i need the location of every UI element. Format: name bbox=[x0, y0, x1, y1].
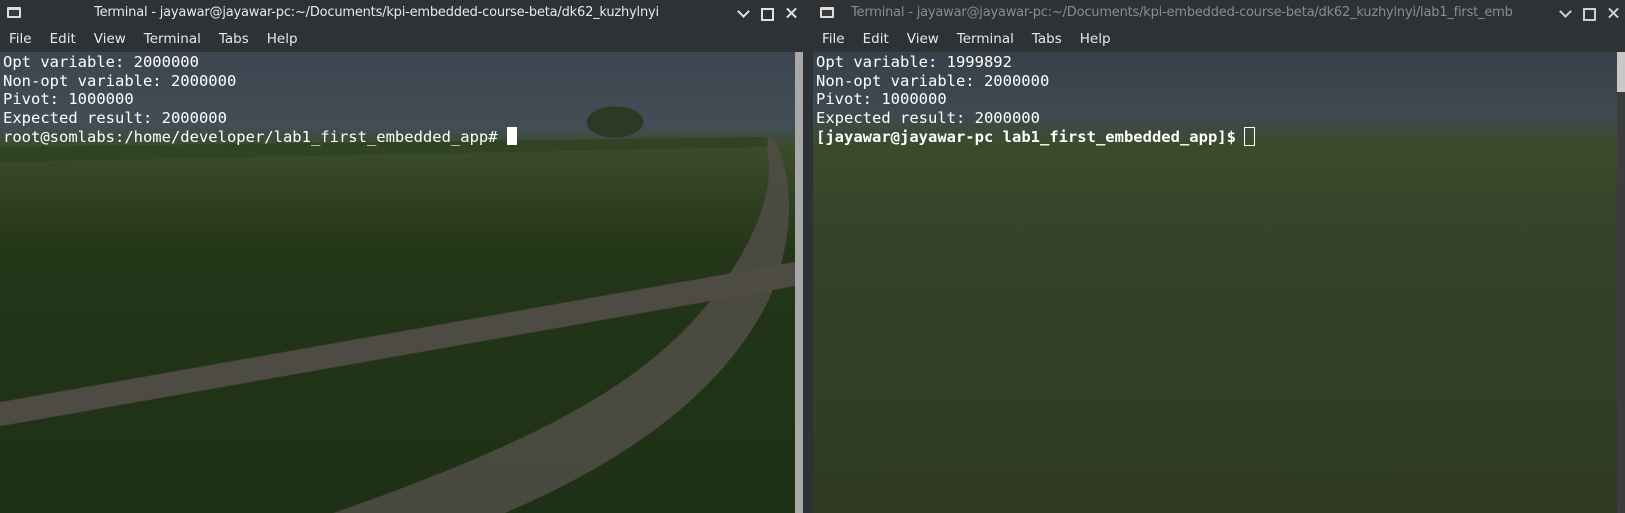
menu-terminal[interactable]: Terminal bbox=[948, 26, 1023, 52]
title-bar[interactable]: Terminal - jayawar@jayawar-pc:~/Document… bbox=[813, 0, 1625, 26]
scrollbar-thumb[interactable] bbox=[1617, 52, 1625, 92]
window-controls bbox=[1553, 0, 1625, 26]
output-line: Expected result: 2000000 bbox=[3, 108, 227, 127]
terminal-lines: Opt variable: 2000000 Non-opt variable: … bbox=[3, 53, 517, 146]
prompt-directory: lab1_first_embedded_app bbox=[1002, 128, 1218, 147]
window-title: Terminal - jayawar@jayawar-pc:~/Document… bbox=[851, 5, 1513, 20]
title-bar[interactable]: Terminal - jayawar@jayawar-pc:~/Document… bbox=[0, 0, 803, 26]
window-controls bbox=[731, 0, 803, 26]
output-line: Expected result: 2000000 bbox=[816, 108, 1040, 127]
scrollbar-right[interactable] bbox=[1617, 52, 1625, 513]
terminal-output[interactable]: Opt variable: 2000000 Non-opt variable: … bbox=[0, 52, 803, 513]
terminal-window-left[interactable]: Terminal - jayawar@jayawar-pc:~/Document… bbox=[0, 0, 803, 513]
output-line: Pivot: 1000000 bbox=[816, 90, 947, 109]
prompt-line: root@somlabs:/home/developer/lab1_first_… bbox=[3, 127, 517, 146]
menu-edit[interactable]: Edit bbox=[41, 26, 85, 52]
minimize-icon[interactable] bbox=[1553, 0, 1577, 26]
maximize-icon[interactable] bbox=[755, 0, 779, 26]
scrollbar-left[interactable] bbox=[795, 52, 803, 513]
menu-view[interactable]: View bbox=[85, 26, 135, 52]
close-icon[interactable] bbox=[779, 0, 803, 26]
minimize-icon[interactable] bbox=[731, 0, 755, 26]
window-title: Terminal - jayawar@jayawar-pc:~/Document… bbox=[94, 5, 659, 20]
maximize-icon[interactable] bbox=[1577, 0, 1601, 26]
menu-edit[interactable]: Edit bbox=[854, 26, 898, 52]
terminal-window-right[interactable]: Terminal - jayawar@jayawar-pc:~/Document… bbox=[813, 0, 1625, 513]
menu-bar: File Edit View Terminal Tabs Help bbox=[813, 26, 1625, 52]
output-line: Opt variable: 1999892 bbox=[816, 53, 1012, 71]
close-icon[interactable] bbox=[1601, 0, 1625, 26]
terminal-icon[interactable] bbox=[820, 7, 834, 18]
output-line: Pivot: 1000000 bbox=[3, 90, 134, 109]
desktop: Terminal - jayawar@jayawar-pc:~/Document… bbox=[0, 0, 1625, 513]
prompt-line: [jayawar@jayawar-pc lab1_first_embedded_… bbox=[816, 127, 1255, 147]
shell-prompt: root@somlabs:/home/developer/lab1_first_… bbox=[3, 128, 498, 147]
menu-tabs[interactable]: Tabs bbox=[1023, 26, 1071, 52]
menu-file[interactable]: File bbox=[0, 26, 41, 52]
output-line: Non-opt variable: 2000000 bbox=[816, 71, 1050, 90]
prompt-user-host: [jayawar@jayawar-pc bbox=[816, 128, 994, 147]
output-line: Opt variable: 2000000 bbox=[3, 53, 199, 71]
menu-view[interactable]: View bbox=[898, 26, 948, 52]
window-divider bbox=[803, 0, 813, 513]
prompt-symbol: ]$ bbox=[1217, 128, 1236, 147]
terminal-lines: Opt variable: 1999892 Non-opt variable: … bbox=[816, 53, 1255, 147]
text-cursor bbox=[506, 127, 517, 146]
output-line: Non-opt variable: 2000000 bbox=[3, 71, 237, 90]
text-cursor bbox=[1243, 127, 1255, 147]
menu-help[interactable]: Help bbox=[1071, 26, 1120, 52]
menu-tabs[interactable]: Tabs bbox=[210, 26, 258, 52]
terminal-output[interactable]: Opt variable: 1999892 Non-opt variable: … bbox=[813, 52, 1625, 513]
menu-help[interactable]: Help bbox=[258, 26, 307, 52]
menu-terminal[interactable]: Terminal bbox=[135, 26, 210, 52]
menu-bar: File Edit View Terminal Tabs Help bbox=[0, 26, 803, 52]
menu-file[interactable]: File bbox=[813, 26, 854, 52]
